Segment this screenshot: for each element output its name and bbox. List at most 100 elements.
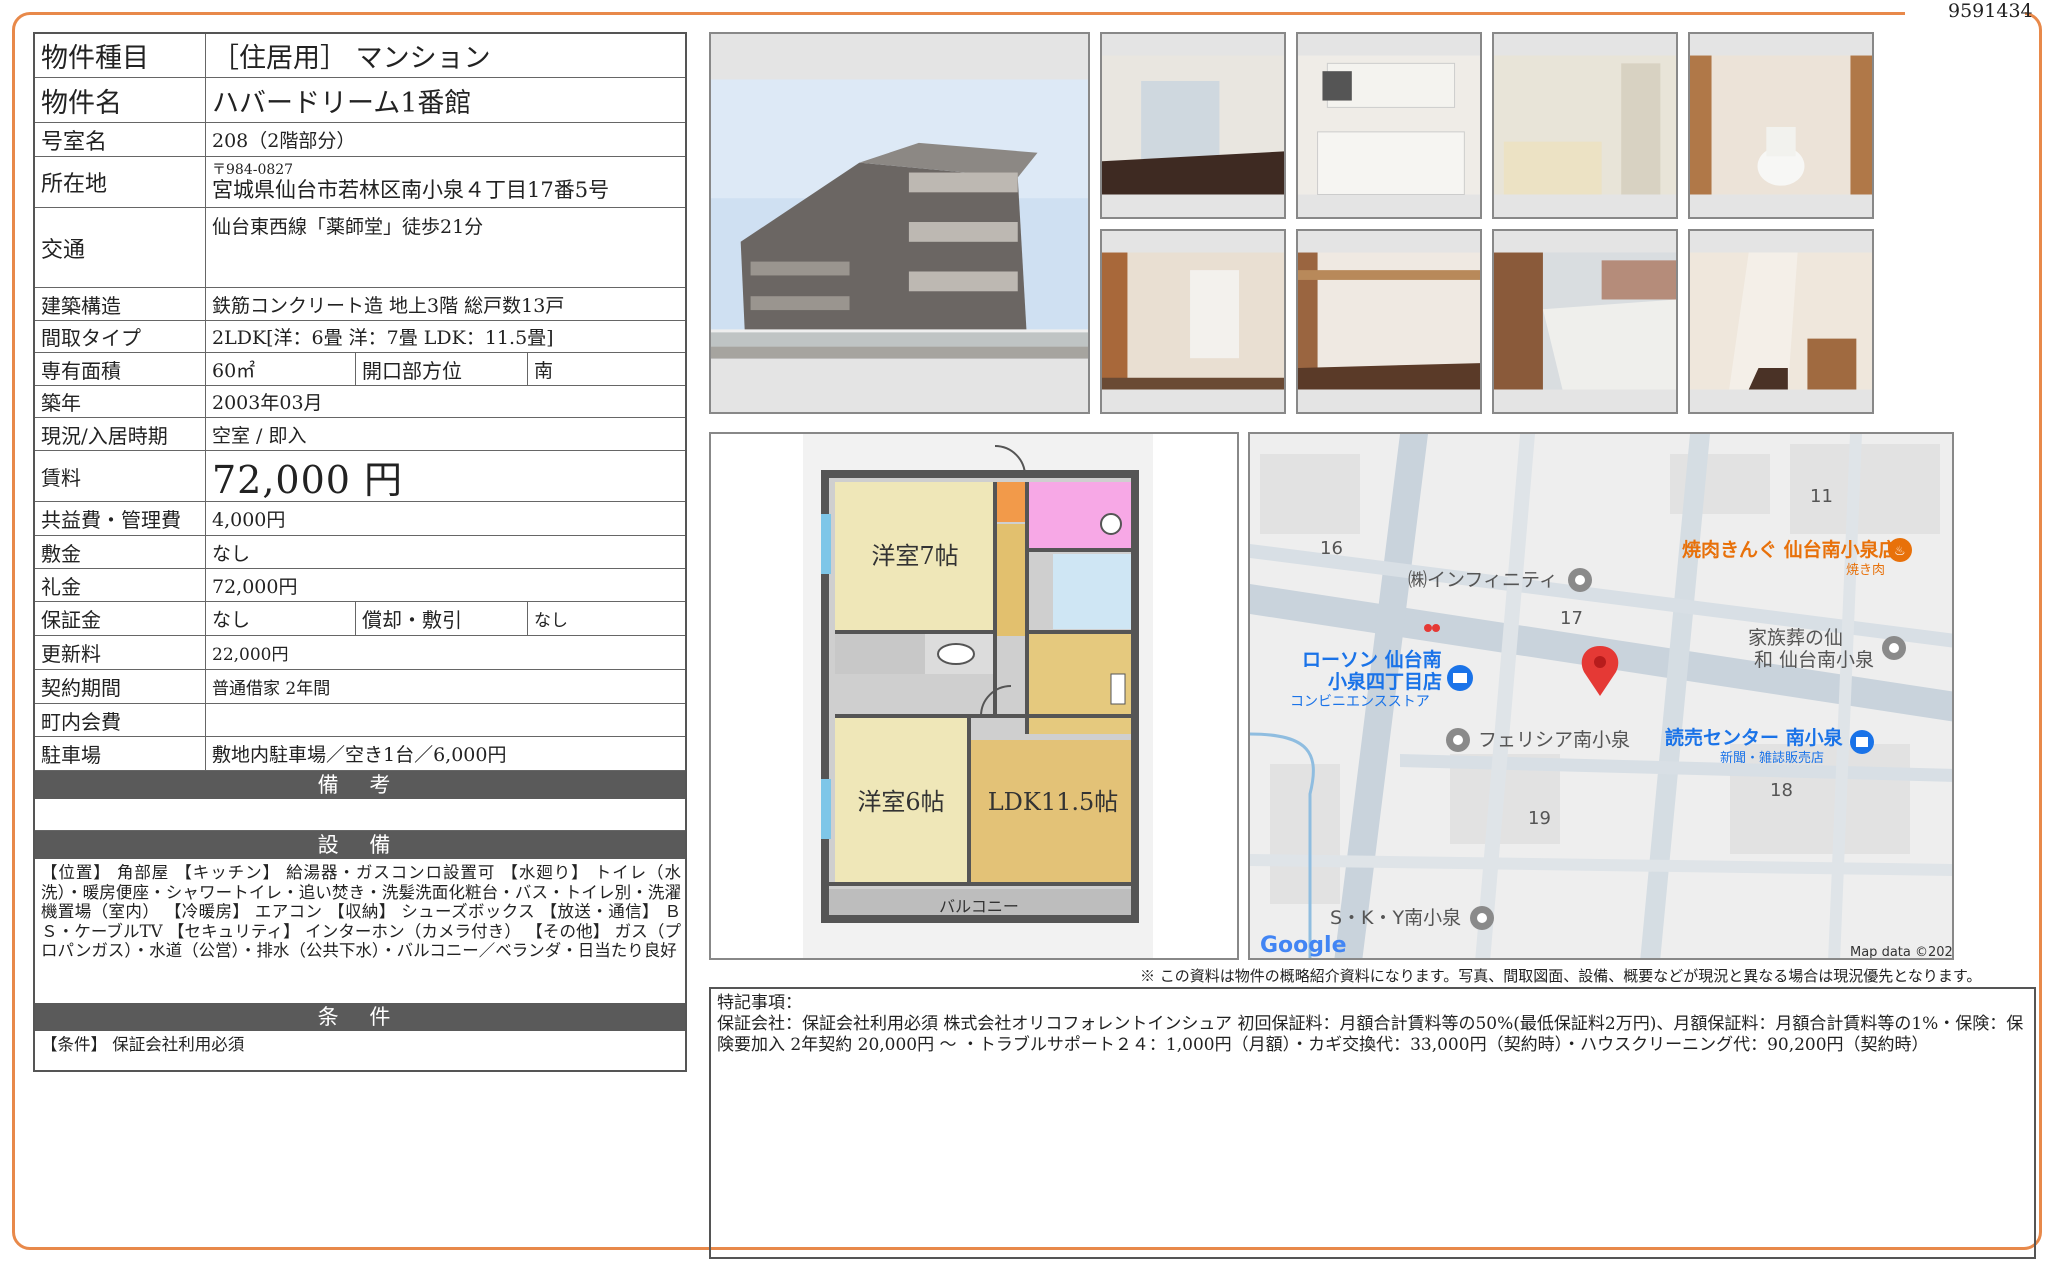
spec-label: 所在地 [35, 157, 206, 207]
spec-value: 敷地内駐車場／空き1台／6,000円 [212, 744, 507, 766]
floor-plan: 洋室7帖 洋室6帖 LDK11.5帖 バルコニー [709, 432, 1239, 960]
spec-value [206, 704, 685, 736]
spec-label: 共益費・管理費 [35, 502, 206, 535]
spec-row-built: 築年 2003年03月 [35, 386, 685, 418]
spec-label: 契約期間 [35, 670, 206, 703]
spec-value: なし [212, 542, 251, 565]
thumb-bedroom [1296, 229, 1482, 414]
floor-room-label: 洋室6帖 [857, 788, 944, 816]
map-block-label: 16 [1320, 538, 1343, 559]
map-poi-label: 和 仙台南小泉 [1754, 649, 1874, 671]
conditions-header: 条 件 [35, 1003, 685, 1031]
spec-row-room: 号室名 208（2階部分） [35, 123, 685, 157]
spec-label: 償却・敷引 [356, 602, 528, 635]
spec-value: 仙台東西線「薬師堂」徒歩21分 [212, 216, 484, 238]
spec-value: 60㎡ [206, 353, 356, 385]
spec-row-key-money: 礼金 72,000円 [35, 569, 685, 602]
spec-value: 72,000円 [212, 575, 298, 598]
notes-body: 保証会社：保証会社利用必須 株式会社オリコフォレントインシュア 初回保証料：月額… [717, 1014, 2024, 1055]
map-poi-label: ㈱インフィニティ [1408, 569, 1558, 591]
address: 宮城県仙台市若林区南小泉４丁目17番5号 [212, 178, 610, 202]
equipment-text: 【位置】 角部屋 【キッチン】 給湯器・ガスコンロ設置可 【水廻り】 トイレ（水… [41, 863, 681, 960]
spec-label: 開口部方位 [356, 353, 528, 385]
rent-value: 72,000 円 [212, 457, 404, 502]
spec-row-status: 現況/入居時期 空室 / 即入 [35, 418, 685, 451]
spec-label: 号室名 [35, 123, 206, 156]
floor-balcony-label: バルコニー [939, 897, 1019, 916]
spec-row-address: 所在地 〒984-0827 宮城県仙台市若林区南小泉４丁目17番5号 [35, 157, 685, 208]
spec-row-guarantee: 保証金 なし 償却・敷引 なし [35, 602, 685, 636]
spec-value: ［住居用］ マンション [212, 43, 491, 74]
location-map[interactable]: 11 16 17 18 19 焼肉きんぐ 仙台南小泉店 焼き肉 ♨ ㈱インフィニ… [1248, 432, 1954, 960]
map-poi-sublabel: コンビニエンスストア [1290, 694, 1430, 710]
map-block-label: 17 [1560, 608, 1583, 629]
spec-row-renewal: 更新料 22,000円 [35, 636, 685, 670]
map-poi-label: フェリシア南小泉 [1478, 729, 1630, 751]
spec-label: 賃料 [35, 451, 206, 501]
spec-label: 現況/入居時期 [35, 418, 206, 450]
spec-row-association: 町内会費 [35, 704, 685, 737]
property-spec-table: 物件種目 ［住居用］ マンション 物件名 ハバードリーム1番館 号室名 208（… [33, 32, 687, 1072]
spec-value: 南 [534, 359, 554, 382]
thumb-balcony [1492, 229, 1678, 414]
spec-value: 208（2階部分） [212, 130, 356, 152]
conditions-text: 【条件】 保証会社利用必須 [41, 1035, 245, 1054]
map-poi-label: 焼肉きんぐ 仙台南小泉店 [1682, 538, 1898, 561]
spec-value: 4,000円 [212, 509, 286, 531]
spec-value: 2003年03月 [212, 392, 323, 414]
map-poi-label: S・K・Y南小泉 [1330, 907, 1461, 929]
spec-label: 保証金 [35, 602, 206, 635]
spec-label: 物件名 [35, 78, 206, 122]
thumb-hallway [1688, 229, 1874, 414]
spec-value: 22,000円 [212, 645, 289, 665]
google-logo: Google [1260, 933, 1347, 958]
map-credit: Map data ©2026 [1850, 945, 1954, 960]
building-exterior-photo [709, 32, 1090, 414]
spec-label: 交通 [35, 208, 206, 287]
notes-title: 特記事項： [717, 993, 802, 1013]
map-poi-label: 家族葬の仙 [1748, 627, 1843, 649]
spec-row-contract: 契約期間 普通借家 2年間 [35, 670, 685, 704]
map-block-label: 18 [1770, 780, 1793, 801]
spec-value: 普通借家 2年間 [212, 679, 331, 699]
spec-label: 駐車場 [35, 737, 206, 770]
map-block-label: 11 [1810, 486, 1833, 507]
map-block-label: 19 [1528, 808, 1551, 829]
spec-row-name: 物件名 ハバードリーム1番館 [35, 78, 685, 123]
spec-label: 間取タイプ [35, 321, 206, 352]
spec-label: 町内会費 [35, 704, 206, 736]
equipment-header: 設 備 [35, 831, 685, 859]
map-poi-label: 読売センター 南小泉 [1665, 726, 1844, 749]
spec-value: なし [206, 602, 356, 635]
map-poi-sublabel: 新聞・雑誌販売店 [1720, 750, 1824, 766]
special-notes: 特記事項： 保証会社：保証会社利用必須 株式会社オリコフォレントインシュア 初回… [709, 987, 2036, 1259]
thumb-living-room [1100, 32, 1286, 219]
spec-label: 更新料 [35, 636, 206, 669]
spec-label: 専有面積 [35, 353, 206, 385]
spec-label: 築年 [35, 386, 206, 417]
spec-row-type: 物件種目 ［住居用］ マンション [35, 34, 685, 78]
spec-label: 敷金 [35, 536, 206, 568]
remarks-body [35, 799, 685, 831]
remarks-header: 備 考 [35, 771, 685, 799]
spec-label: 物件種目 [35, 34, 206, 77]
spec-row-deposit: 敷金 なし [35, 536, 685, 569]
document-id: 9591434 [1948, 0, 2033, 22]
map-poi-label: ローソン 仙台南 [1302, 648, 1442, 671]
spec-value: 空室 / 即入 [212, 424, 307, 447]
spec-row-structure: 建築構造 鉄筋コンクリート造 地上3階 総戸数13戸 [35, 288, 685, 321]
spec-row-access: 交通 仙台東西線「薬師堂」徒歩21分 [35, 208, 685, 288]
map-poi-label: 小泉四丁目店 [1328, 670, 1442, 693]
spec-value: なし [534, 611, 568, 631]
svg-text:♨: ♨ [1894, 544, 1906, 559]
spec-label: 礼金 [35, 569, 206, 601]
spec-label: 建築構造 [35, 288, 206, 320]
floor-room-label: 洋室7帖 [871, 542, 958, 570]
zip-code: 〒984-0827 [212, 162, 294, 178]
thumb-bathroom [1492, 32, 1678, 219]
spec-row-layout: 間取タイプ 2LDK[洋：6畳 洋：7畳 LDK：11.5畳] [35, 321, 685, 353]
disclaimer: ※ この資料は物件の概略紹介資料になります。写真、間取図面、設備、概要などが現況… [1140, 967, 1982, 985]
spec-row-area: 専有面積 60㎡ 開口部方位 南 [35, 353, 685, 386]
thumb-toilet [1688, 32, 1874, 219]
map-poi-sublabel: 焼き肉 [1846, 563, 1885, 578]
